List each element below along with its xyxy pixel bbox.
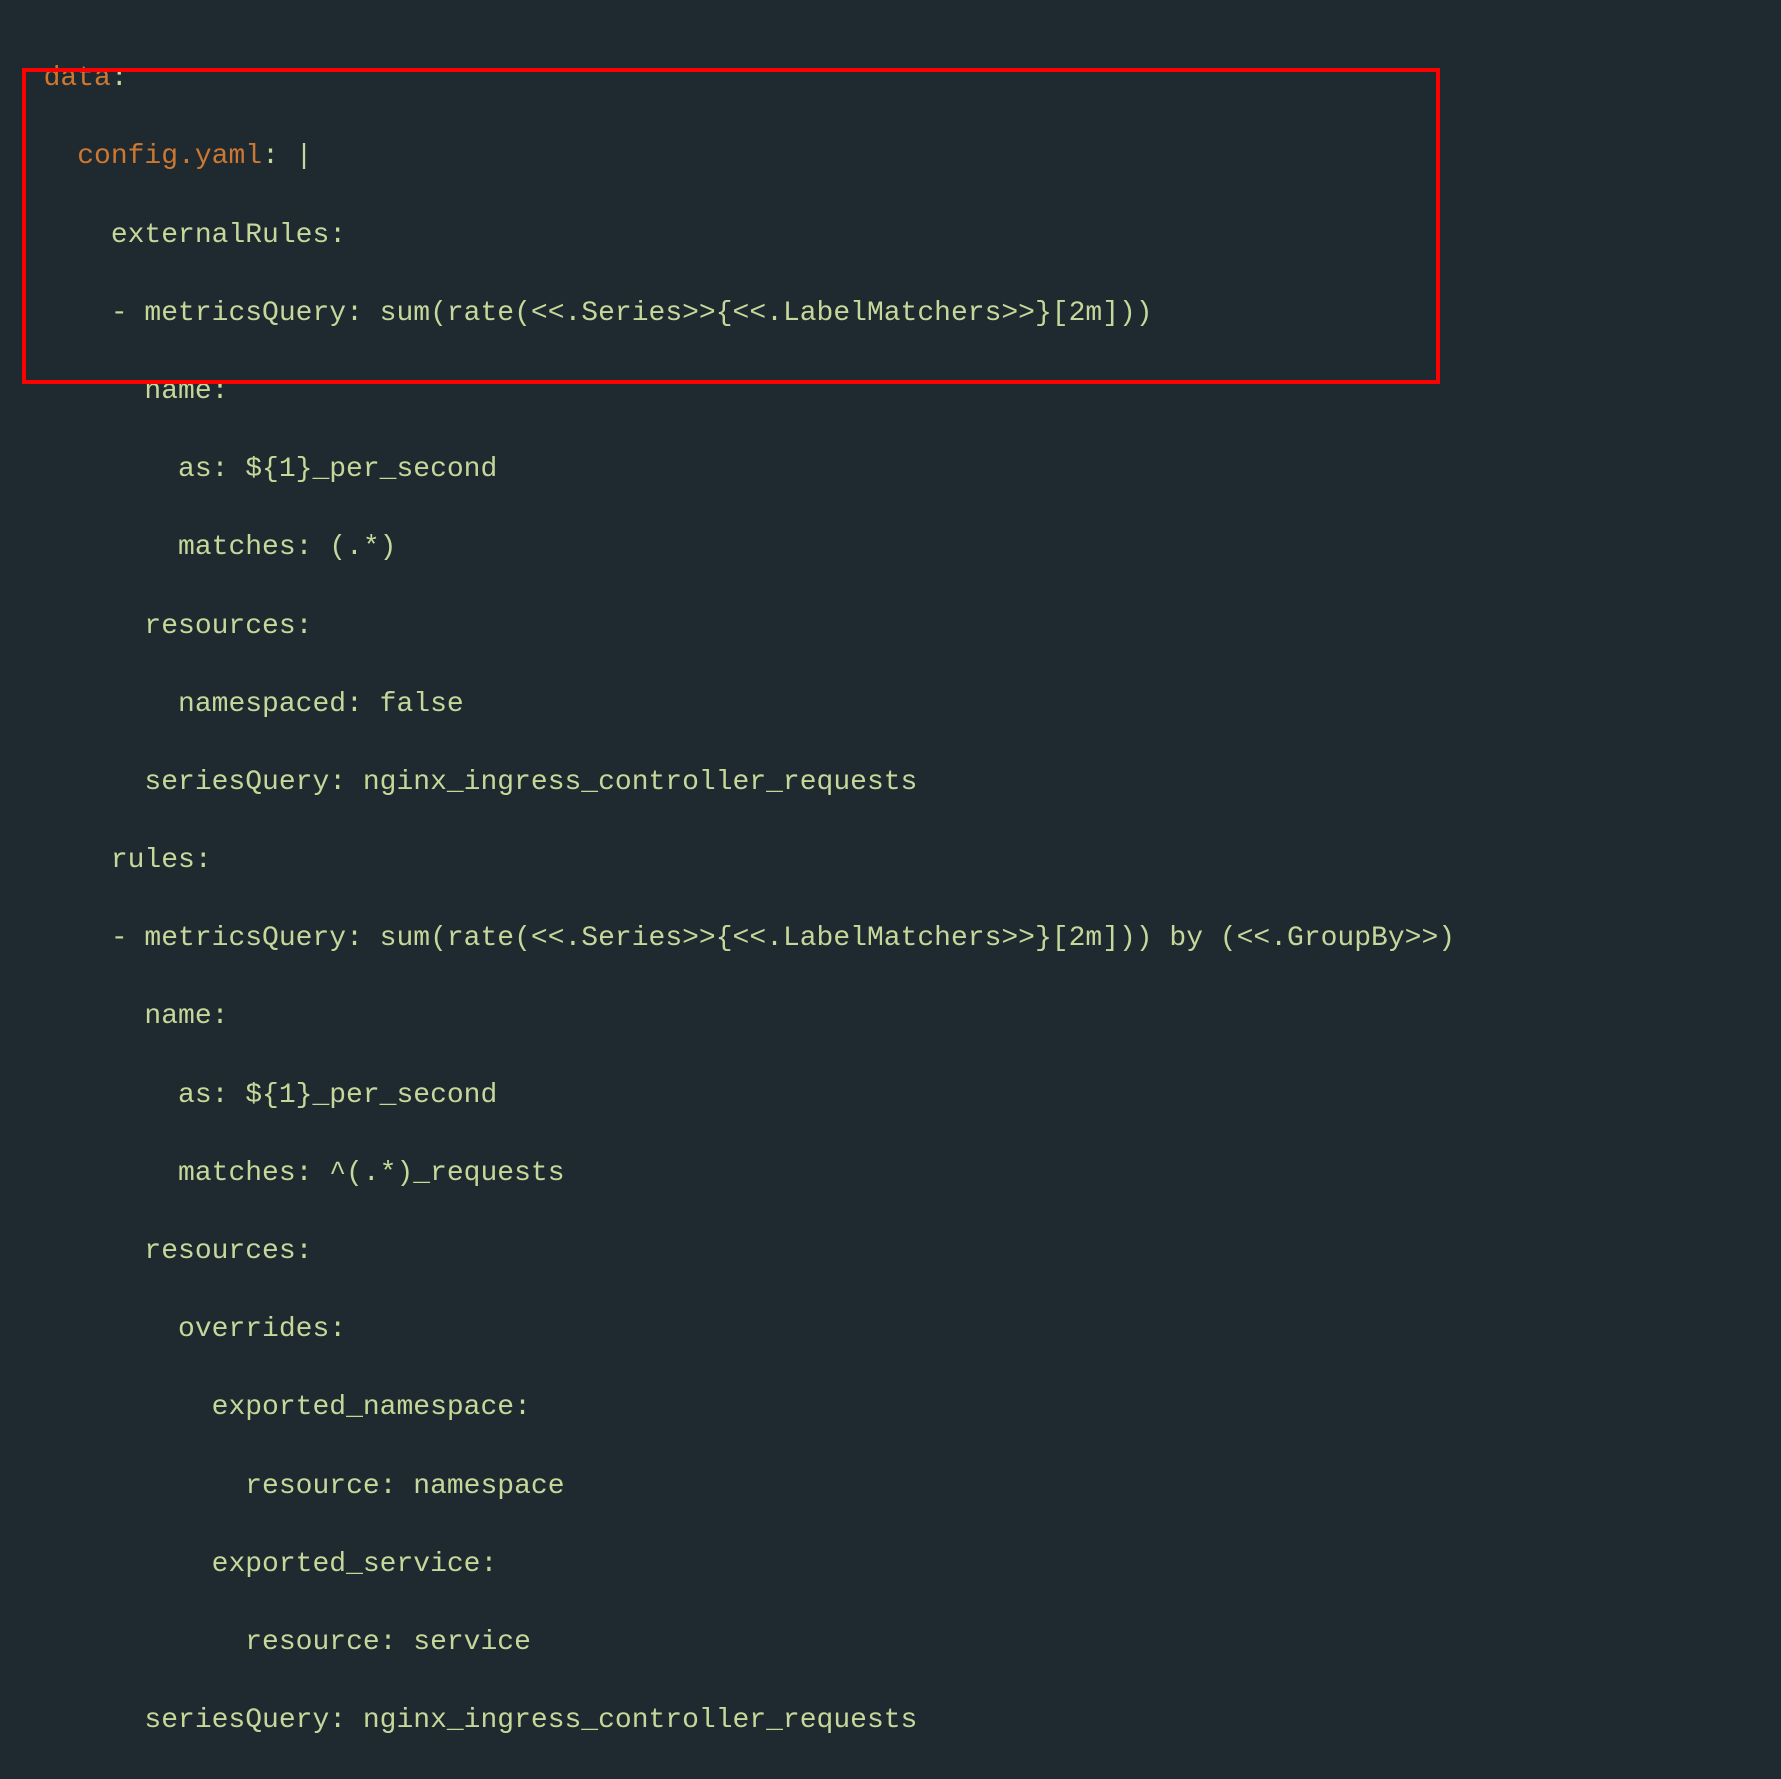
code-line: - metricsQuery: sum(rate(<<.Series>>{<<.… — [10, 919, 1771, 958]
code-line: matches: (.*) — [10, 528, 1771, 567]
code-line: resources: — [10, 607, 1771, 646]
code-line: resource: namespace — [10, 1467, 1771, 1506]
code-line: name: — [10, 372, 1771, 411]
code-line: seriesQuery: nginx_ingress_controller_re… — [10, 1701, 1771, 1740]
code-line: exported_namespace: — [10, 1388, 1771, 1427]
code-line: resources: — [10, 1232, 1771, 1271]
code-line: - metricsQuery: sum(rate(<<.Series>>{<<.… — [10, 294, 1771, 333]
code-line: as: ${1}_per_second — [10, 450, 1771, 489]
code-line: as: ${1}_per_second — [10, 1076, 1771, 1115]
code-line: seriesQuery: nginx_ingress_controller_re… — [10, 763, 1771, 802]
code-line: config.yaml: | — [10, 137, 1771, 176]
code-line: name: — [10, 997, 1771, 1036]
yaml-key: data — [44, 63, 111, 94]
code-editor[interactable]: data: config.yaml: | externalRules: - me… — [10, 20, 1771, 1779]
code-line: resource: service — [10, 1623, 1771, 1662]
code-line: data: — [10, 59, 1771, 98]
code-line: namespaced: false — [10, 685, 1771, 724]
yaml-key: config.yaml — [77, 141, 262, 172]
code-line: rules: — [10, 841, 1771, 880]
code-line: exported_service: — [10, 1545, 1771, 1584]
code-line: matches: ^(.*)_requests — [10, 1154, 1771, 1193]
code-line: externalRules: — [10, 216, 1771, 255]
code-line: overrides: — [10, 1310, 1771, 1349]
